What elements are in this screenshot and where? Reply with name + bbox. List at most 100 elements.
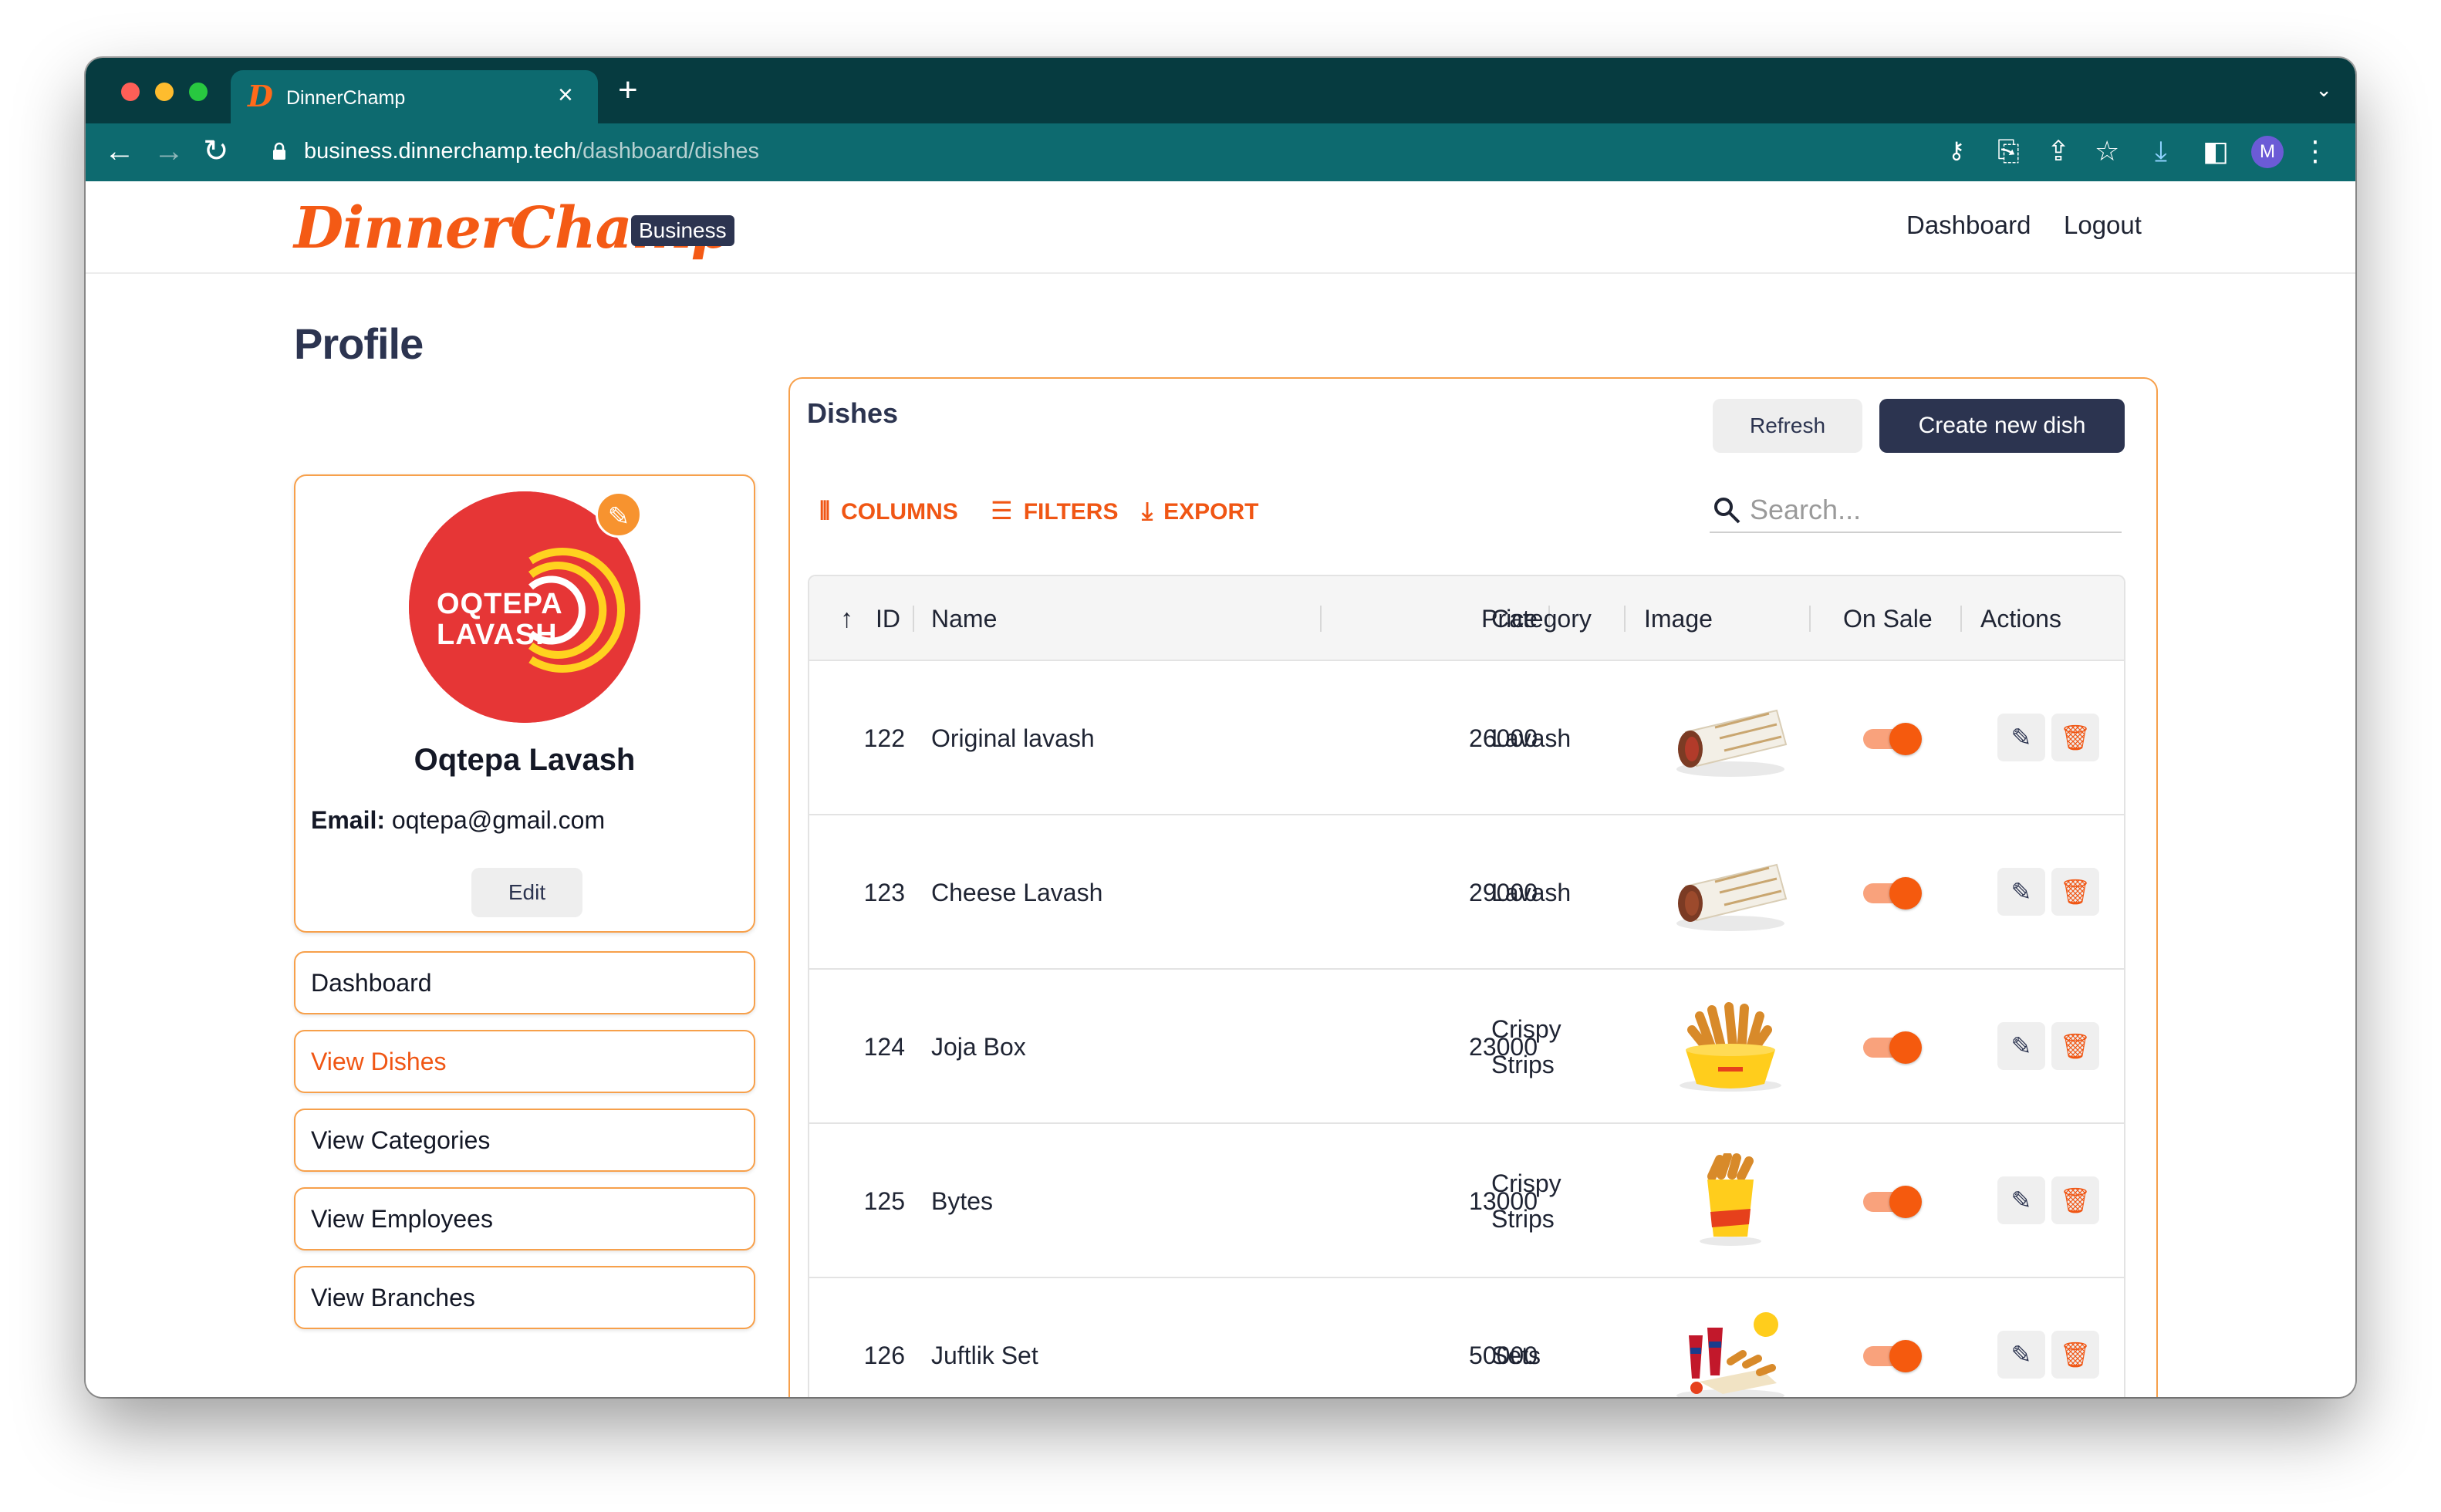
dishes-title: Dishes — [807, 397, 899, 429]
downloads-icon[interactable]: ⤓ — [2155, 136, 2167, 167]
chicken-cup-image — [1700, 1153, 1761, 1246]
install-app-icon[interactable]: ⎘ — [1997, 136, 2020, 167]
category-line: Crispy — [1491, 1169, 1561, 1197]
edit-profile-button[interactable]: Edit — [471, 868, 582, 917]
category-line: Strips — [1491, 1205, 1555, 1233]
column-header-image[interactable]: Image — [1644, 576, 1713, 661]
columns-label: COLUMNS — [841, 499, 958, 525]
minimize-window-button[interactable] — [155, 83, 174, 101]
category-line: Lavash — [1491, 724, 1572, 752]
cell-name: Cheese Lavash — [931, 879, 1103, 906]
nav-logout-link[interactable]: Logout — [2064, 211, 2142, 240]
columns-button[interactable]: ⦀ COLUMNS — [819, 498, 958, 525]
export-label: EXPORT — [1163, 499, 1259, 525]
refresh-button[interactable]: Refresh — [1713, 399, 1862, 453]
column-separator[interactable] — [1624, 606, 1626, 632]
avatar-line-1: OQTEPA — [437, 588, 563, 620]
sort-ascending-icon[interactable]: ↑ — [840, 576, 853, 661]
column-header-name[interactable]: Name — [931, 576, 997, 661]
cell-id: 125 — [863, 1187, 905, 1215]
column-header-category[interactable]: Category — [1491, 576, 1592, 661]
category-line: Crispy — [1491, 1015, 1561, 1043]
table-row[interactable]: 124 Joja Box 23000 Crispy Strips ✎ 🗑 — [809, 970, 2124, 1124]
forward-arrow-icon[interactable]: → — [154, 134, 184, 168]
export-button[interactable]: ⤓ EXPORT — [1142, 498, 1259, 525]
edit-avatar-pencil-icon[interactable]: ✎ — [596, 491, 642, 538]
column-separator[interactable] — [913, 606, 914, 632]
cell-category: Sets — [1491, 1338, 1541, 1373]
delete-dish-trash-icon[interactable]: 🗑 — [2051, 1331, 2099, 1379]
cell-category: Lavash — [1491, 875, 1571, 910]
back-arrow-icon[interactable]: ← — [104, 134, 135, 168]
table-row[interactable]: 125 Bytes 13000 Crispy Strips ✎ 🗑 — [809, 1124, 2124, 1278]
nav-dashboard-link[interactable]: Dashboard — [1906, 211, 2031, 240]
sidebar-item-view-dishes[interactable]: View Dishes — [294, 1030, 755, 1093]
page-title: Profile — [294, 319, 424, 368]
lavash-wrap-image — [1676, 863, 1788, 931]
table-row[interactable]: 126 Juftlik Set 50000 Sets ✎ 🗑 — [809, 1278, 2124, 1397]
column-separator[interactable] — [1960, 606, 1962, 632]
category-line: Strips — [1491, 1051, 1555, 1078]
edit-dish-pencil-icon[interactable]: ✎ — [1997, 868, 2045, 916]
sidebar-item-view-branches[interactable]: View Branches — [294, 1266, 755, 1329]
edit-dish-pencil-icon[interactable]: ✎ — [1997, 1022, 2045, 1070]
combo-set-image — [1676, 1312, 1784, 1397]
browser-profile-avatar[interactable]: M — [2251, 136, 2284, 168]
delete-dish-trash-icon[interactable]: 🗑 — [2051, 1176, 2099, 1224]
on-sale-toggle[interactable] — [1863, 877, 1922, 910]
app-viewport: DinnerChamp Business Dashboard Logout Pr… — [86, 181, 2355, 1397]
new-tab-icon[interactable]: + — [618, 73, 638, 107]
edit-dish-pencil-icon[interactable]: ✎ — [1997, 1331, 2045, 1379]
sidebar-item-view-employees[interactable]: View Employees — [294, 1187, 755, 1250]
cell-category: Crispy Strips — [1491, 1011, 1561, 1082]
column-header-id[interactable]: ID — [876, 576, 900, 661]
lock-icon — [273, 142, 285, 160]
browser-tab[interactable]: D DinnerChamp × — [231, 70, 598, 123]
close-tab-icon[interactable]: × — [558, 81, 573, 109]
grid-header: ↑ ID Name Price Category Image On Sale A… — [809, 576, 2124, 661]
on-sale-toggle[interactable] — [1863, 1186, 1922, 1218]
on-sale-toggle[interactable] — [1863, 1340, 1922, 1372]
side-panel-icon[interactable]: ◧ — [2203, 136, 2229, 167]
email-value: oqtepa@gmail.com — [391, 806, 606, 834]
sidebar-item-view-categories[interactable]: View Categories — [294, 1109, 755, 1172]
close-window-button[interactable] — [121, 83, 140, 101]
table-row[interactable]: 122 Original lavash 26000 Lavash ✎ 🗑 — [809, 661, 2124, 815]
column-separator[interactable] — [1809, 606, 1811, 632]
tab-search-chevron-icon[interactable]: ⌄ — [2315, 78, 2332, 102]
search-box — [1710, 490, 2122, 533]
maximize-window-button[interactable] — [189, 83, 208, 101]
table-row[interactable]: 123 Cheese Lavash 29000 Lavash ✎ 🗑 — [809, 815, 2124, 970]
cell-name: Original lavash — [931, 724, 1095, 752]
email-label: Email: — [311, 806, 386, 834]
address-bar[interactable]: business.dinnerchamp.tech/dashboard/dish… — [304, 139, 759, 164]
app-header: DinnerChamp Business Dashboard Logout — [86, 181, 2355, 274]
create-new-dish-button[interactable]: Create new dish — [1879, 399, 2125, 453]
key-icon[interactable]: ⚷ — [1948, 136, 1965, 167]
share-icon[interactable]: ⇪ — [2047, 136, 2070, 167]
column-header-on-sale[interactable]: On Sale — [1843, 576, 1933, 661]
search-input[interactable] — [1750, 493, 2112, 527]
delete-dish-trash-icon[interactable]: 🗑 — [2051, 868, 2099, 916]
chicken-box-image — [1680, 1002, 1781, 1092]
reload-icon[interactable]: ↻ — [203, 134, 229, 168]
dinnerchamp-favicon-icon: D — [248, 79, 273, 113]
bookmark-star-icon[interactable]: ☆ — [2095, 136, 2119, 167]
delete-dish-trash-icon[interactable]: 🗑 — [2051, 1022, 2099, 1070]
business-badge: Business — [631, 215, 734, 246]
dishes-data-grid: ↑ ID Name Price Category Image On Sale A… — [808, 575, 2125, 1397]
filters-button[interactable]: ☰ FILTERS — [991, 498, 1118, 525]
column-header-actions[interactable]: Actions — [1980, 576, 2061, 661]
sidebar-item-dashboard[interactable]: Dashboard — [294, 951, 755, 1014]
dishes-panel: Dishes Refresh Create new dish ⦀ COLUMNS … — [788, 377, 2158, 1397]
on-sale-toggle[interactable] — [1863, 723, 1922, 755]
cell-name: Juftlik Set — [931, 1342, 1038, 1369]
delete-dish-trash-icon[interactable]: 🗑 — [2051, 714, 2099, 761]
column-separator[interactable] — [1320, 606, 1322, 632]
edit-dish-pencil-icon[interactable]: ✎ — [1997, 714, 2045, 761]
columns-icon: ⦀ — [819, 497, 831, 525]
browser-menu-icon[interactable]: ⋮ — [2301, 136, 2329, 167]
cell-id: 124 — [863, 1033, 905, 1061]
on-sale-toggle[interactable] — [1863, 1031, 1922, 1064]
edit-dish-pencil-icon[interactable]: ✎ — [1997, 1176, 2045, 1224]
